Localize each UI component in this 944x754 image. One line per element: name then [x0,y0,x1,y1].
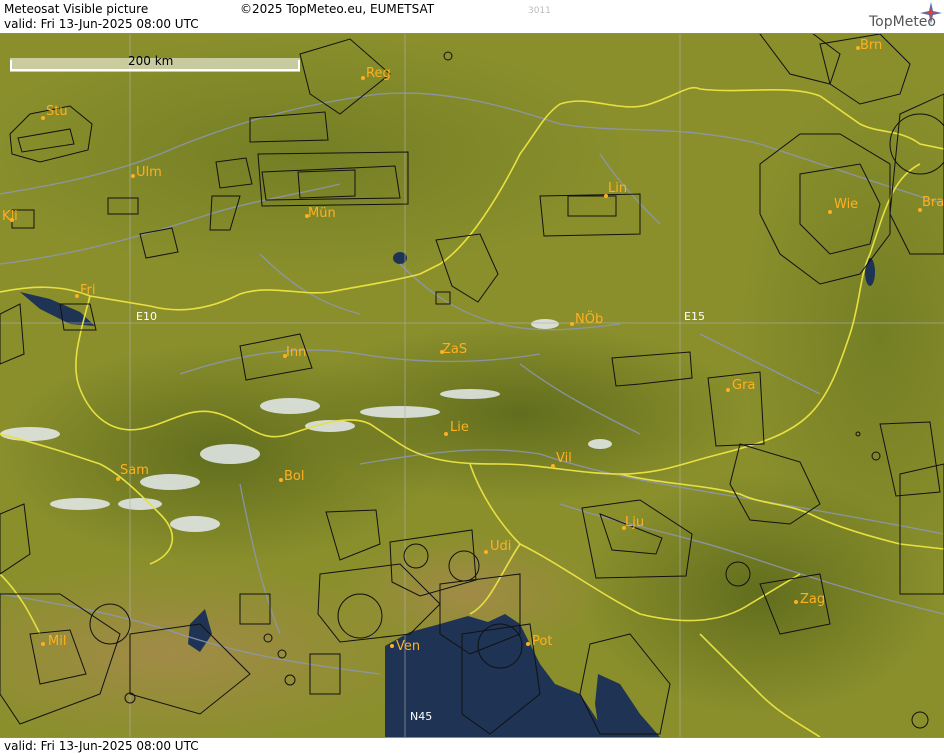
product-title: Meteosat Visible picture [4,2,149,16]
city-lju[interactable]: Lju [622,515,644,530]
copyright-text: ©2025 TopMeteo.eu, EUMETSAT [240,2,435,16]
city-label: Sam [120,463,149,478]
city-zas[interactable]: ZaS [440,342,467,357]
city-mun[interactable]: Mün [305,206,336,221]
city-label: Vil [556,451,572,466]
city-reg[interactable]: Reg [361,66,391,81]
city-label: Zag [800,592,825,607]
scale-label: 200 km [128,54,173,68]
city-bra[interactable]: Bra [918,195,944,212]
map-viewer: Meteosat Visible picture valid: Fri 13-J… [0,0,944,754]
city-label: Ulm [136,165,162,180]
city-lin[interactable]: Lin [604,181,627,198]
city-label: NÖb [575,310,603,327]
valid-time-footer: valid: Fri 13-Jun-2025 08:00 UTC [4,739,199,753]
city-label: Kli [2,209,18,224]
city-label: Wie [834,197,858,212]
city-label: Pot [532,634,552,649]
product-code: 3011 [528,6,551,16]
city-kli[interactable]: Kli [2,209,18,224]
city-label: Mil [48,634,66,649]
header-bar: Meteosat Visible picture valid: Fri 13-J… [0,0,944,34]
city-label: Inn [286,345,306,360]
valid-time: valid: Fri 13-Jun-2025 08:00 UTC [4,17,199,31]
city-label: Fri [80,283,96,298]
city-label: ZaS [442,342,467,357]
city-label: Bol [284,469,304,484]
city-label: Bra [922,195,944,210]
grid-label-e10: E10 [136,310,157,323]
city-label: Ven [396,639,420,654]
city-ulm[interactable]: Ulm [131,165,162,180]
city-brn[interactable]: Brn [856,38,882,53]
city-inn[interactable]: Inn [283,345,306,360]
compass-star-icon [920,2,942,24]
city-label: Stu [46,104,68,119]
city-nob[interactable]: NÖb [570,310,603,327]
city-label: Udi [490,539,511,554]
city-label: Brn [860,38,882,53]
city-label: Reg [366,66,391,81]
city-label: Lie [450,420,469,435]
satellite-image[interactable]: E10 E15 N45 200 km Stu Reg Brn Ulm Kli M… [0,34,944,737]
dinaric-mountains [580,474,940,714]
grid-label-n45: N45 [410,710,432,723]
alps-east [290,324,750,504]
city-label: Lju [625,515,644,530]
footer-bar: valid: Fri 13-Jun-2025 08:00 UTC [0,737,944,754]
city-label: Lin [608,181,627,196]
city-label: Gra [732,378,755,393]
city-label: Mün [308,206,336,221]
grid-label-e15: E15 [684,310,705,323]
satellite-map[interactable]: E10 E15 N45 200 km Stu Reg Brn Ulm Kli M… [0,34,944,737]
